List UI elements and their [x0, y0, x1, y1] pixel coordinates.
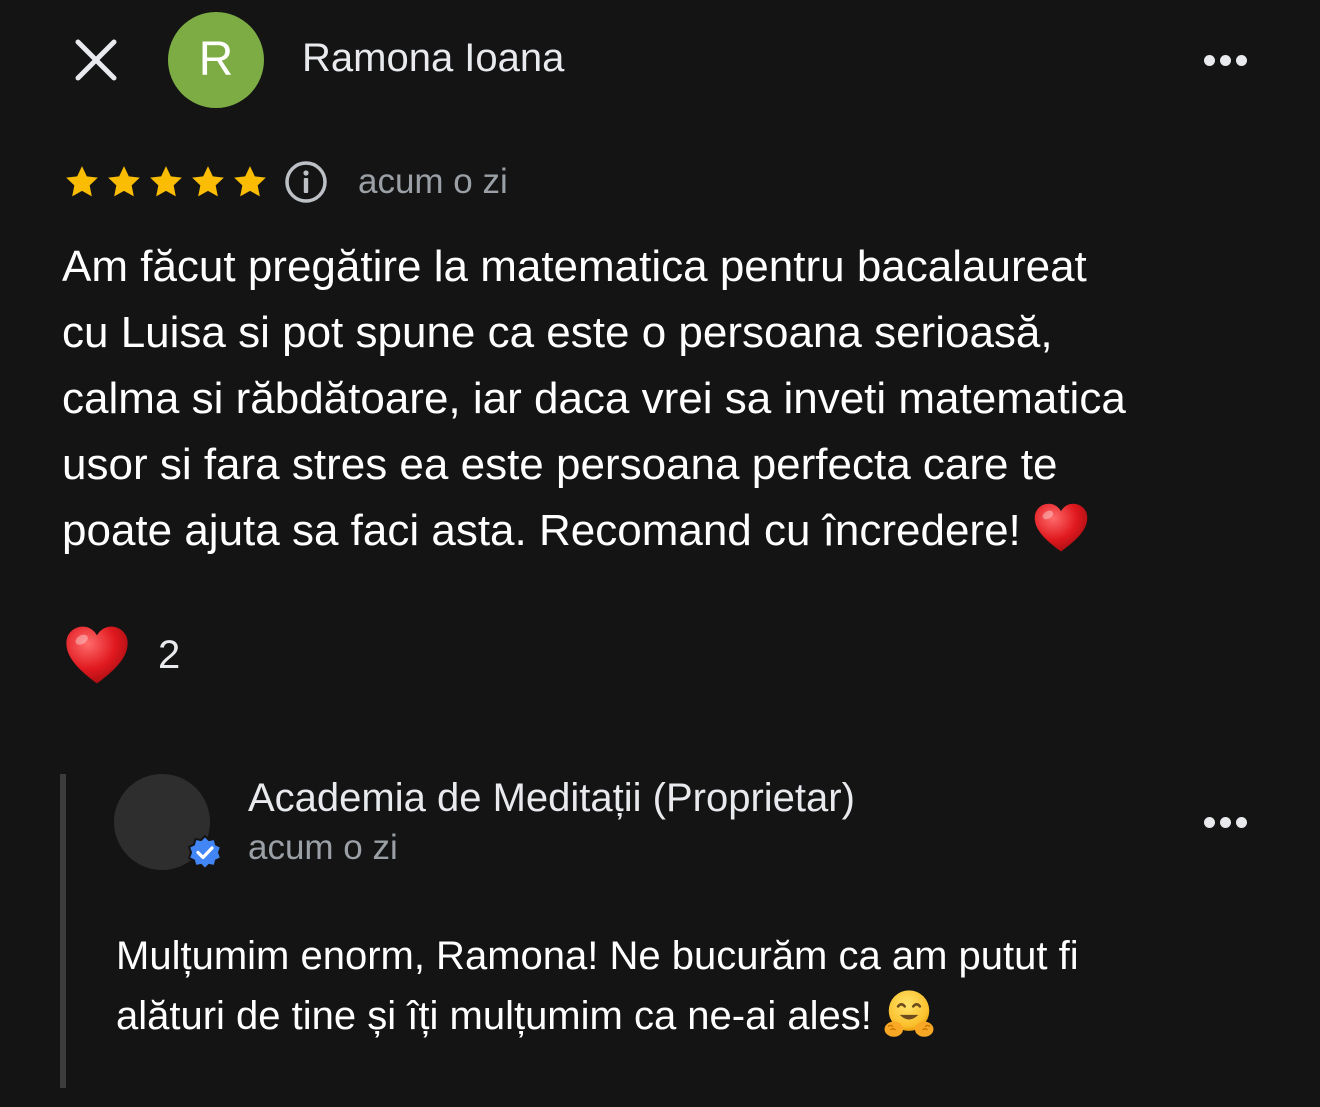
more-horizontal-icon	[1219, 816, 1231, 828]
reply-more-options-button[interactable]	[1194, 806, 1256, 838]
owner-name[interactable]: Academia de Meditații (Proprietar)	[248, 776, 855, 821]
more-horizontal-icon	[1219, 54, 1231, 66]
reply-divider-bar	[60, 774, 66, 1088]
heart-reaction-button[interactable]: 2	[62, 620, 180, 690]
reply-text-line: alături de tine și îți mulțumim ca ne-ai…	[116, 994, 872, 1038]
info-icon	[285, 161, 327, 203]
owner-reply-text: Mulțumim enorm, Ramona! Ne bucurăm ca am…	[116, 926, 1246, 1046]
review-text-line: poate ajuta sa faci asta. Recomand cu în…	[62, 506, 1021, 555]
reviewer-avatar[interactable]: R	[168, 12, 264, 108]
star-icon	[192, 166, 224, 197]
owner-reply-timestamp: acum o zi	[248, 828, 398, 867]
more-horizontal-icon	[1235, 54, 1247, 66]
review-text-line-last: poate ajuta sa faci asta. Recomand cu în…	[62, 498, 1262, 564]
review-text-line: usor si fara stres ea este persoana perf…	[62, 440, 1058, 489]
review-timestamp: acum o zi	[358, 162, 508, 201]
star-rating	[62, 162, 270, 202]
close-icon	[75, 39, 117, 81]
star-icon	[108, 166, 140, 197]
star-icon	[150, 166, 182, 197]
review-text-line: calma si răbdătoare, iar daca vrei sa in…	[62, 374, 1126, 423]
hugging-face-emoji	[884, 990, 934, 1037]
more-horizontal-icon	[1235, 816, 1247, 828]
heart-emoji	[1034, 503, 1088, 552]
reaction-count: 2	[158, 632, 181, 677]
reviewer-name[interactable]: Ramona Ioana	[302, 36, 564, 81]
verified-badge	[186, 834, 224, 872]
verified-check-icon	[187, 834, 223, 871]
star-icon	[234, 166, 266, 197]
more-horizontal-icon	[1203, 54, 1215, 66]
reply-text-line-last: alături de tine și îți mulțumim ca ne-ai…	[116, 986, 1246, 1046]
review-more-options-button[interactable]	[1194, 44, 1256, 76]
more-horizontal-icon	[1203, 816, 1215, 828]
review-text-line: cu Luisa si pot spune ca este o persoana…	[62, 308, 1053, 357]
review-info-button[interactable]	[284, 160, 328, 204]
star-icon	[66, 166, 98, 197]
review-text-line: Am făcut pregătire la matematica pentru …	[62, 242, 1087, 291]
heart-emoji	[66, 626, 128, 684]
review-text: Am făcut pregătire la matematica pentru …	[62, 234, 1262, 564]
reply-text-line: Mulțumim enorm, Ramona! Ne bucurăm ca am…	[116, 934, 1079, 978]
close-button[interactable]	[70, 34, 122, 86]
